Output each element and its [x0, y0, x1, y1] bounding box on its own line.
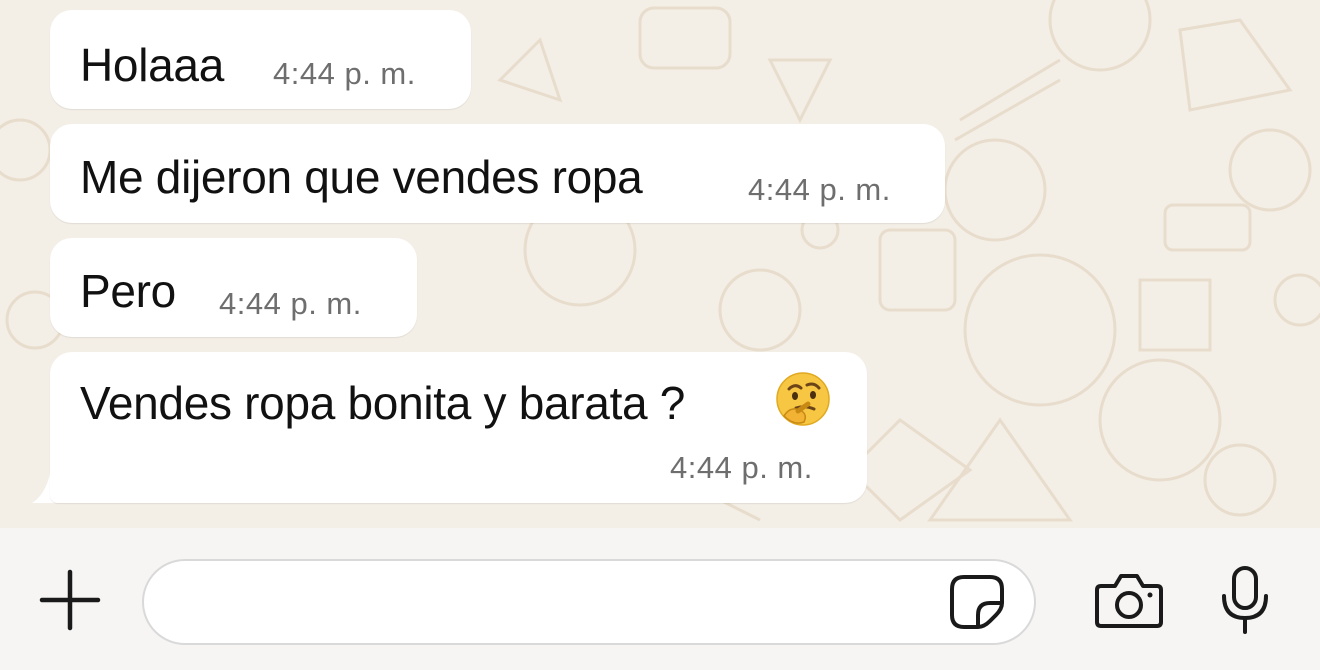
message-bubble[interactable]: Me dijeron que vendes ropa 4:44 p. m.	[50, 124, 945, 223]
message-timestamp: 4:44 p. m.	[273, 56, 416, 91]
message-composer-bar	[0, 528, 1320, 670]
thinking-face-emoji	[776, 372, 830, 426]
message-bubble[interactable]: Pero 4:44 p. m.	[50, 238, 417, 337]
plus-icon[interactable]	[38, 568, 102, 632]
message-timestamp: 4:44 p. m.	[748, 172, 891, 207]
message-bubble[interactable]: Holaaa 4:44 p. m.	[50, 10, 471, 109]
message-text: Vendes ropa bonita y barata ?	[80, 377, 686, 429]
message-timestamp: 4:44 p. m.	[219, 286, 362, 321]
message-text: Holaaa	[80, 39, 224, 91]
message-text: Pero	[80, 265, 176, 317]
microphone-icon[interactable]	[1219, 564, 1271, 638]
message-input[interactable]	[174, 579, 938, 627]
message-timestamp: 4:44 p. m.	[670, 450, 813, 485]
message-input-field[interactable]	[142, 559, 1036, 645]
message-bubble[interactable]: Vendes ropa bonita y barata ? 4:44 p. m.	[50, 352, 867, 503]
sticker-icon[interactable]	[948, 573, 1006, 631]
message-text: Me dijeron que vendes ropa	[80, 151, 643, 203]
chat-area: Holaaa 4:44 p. m. Me dijeron que vendes …	[0, 0, 1320, 528]
camera-icon[interactable]	[1093, 570, 1165, 630]
